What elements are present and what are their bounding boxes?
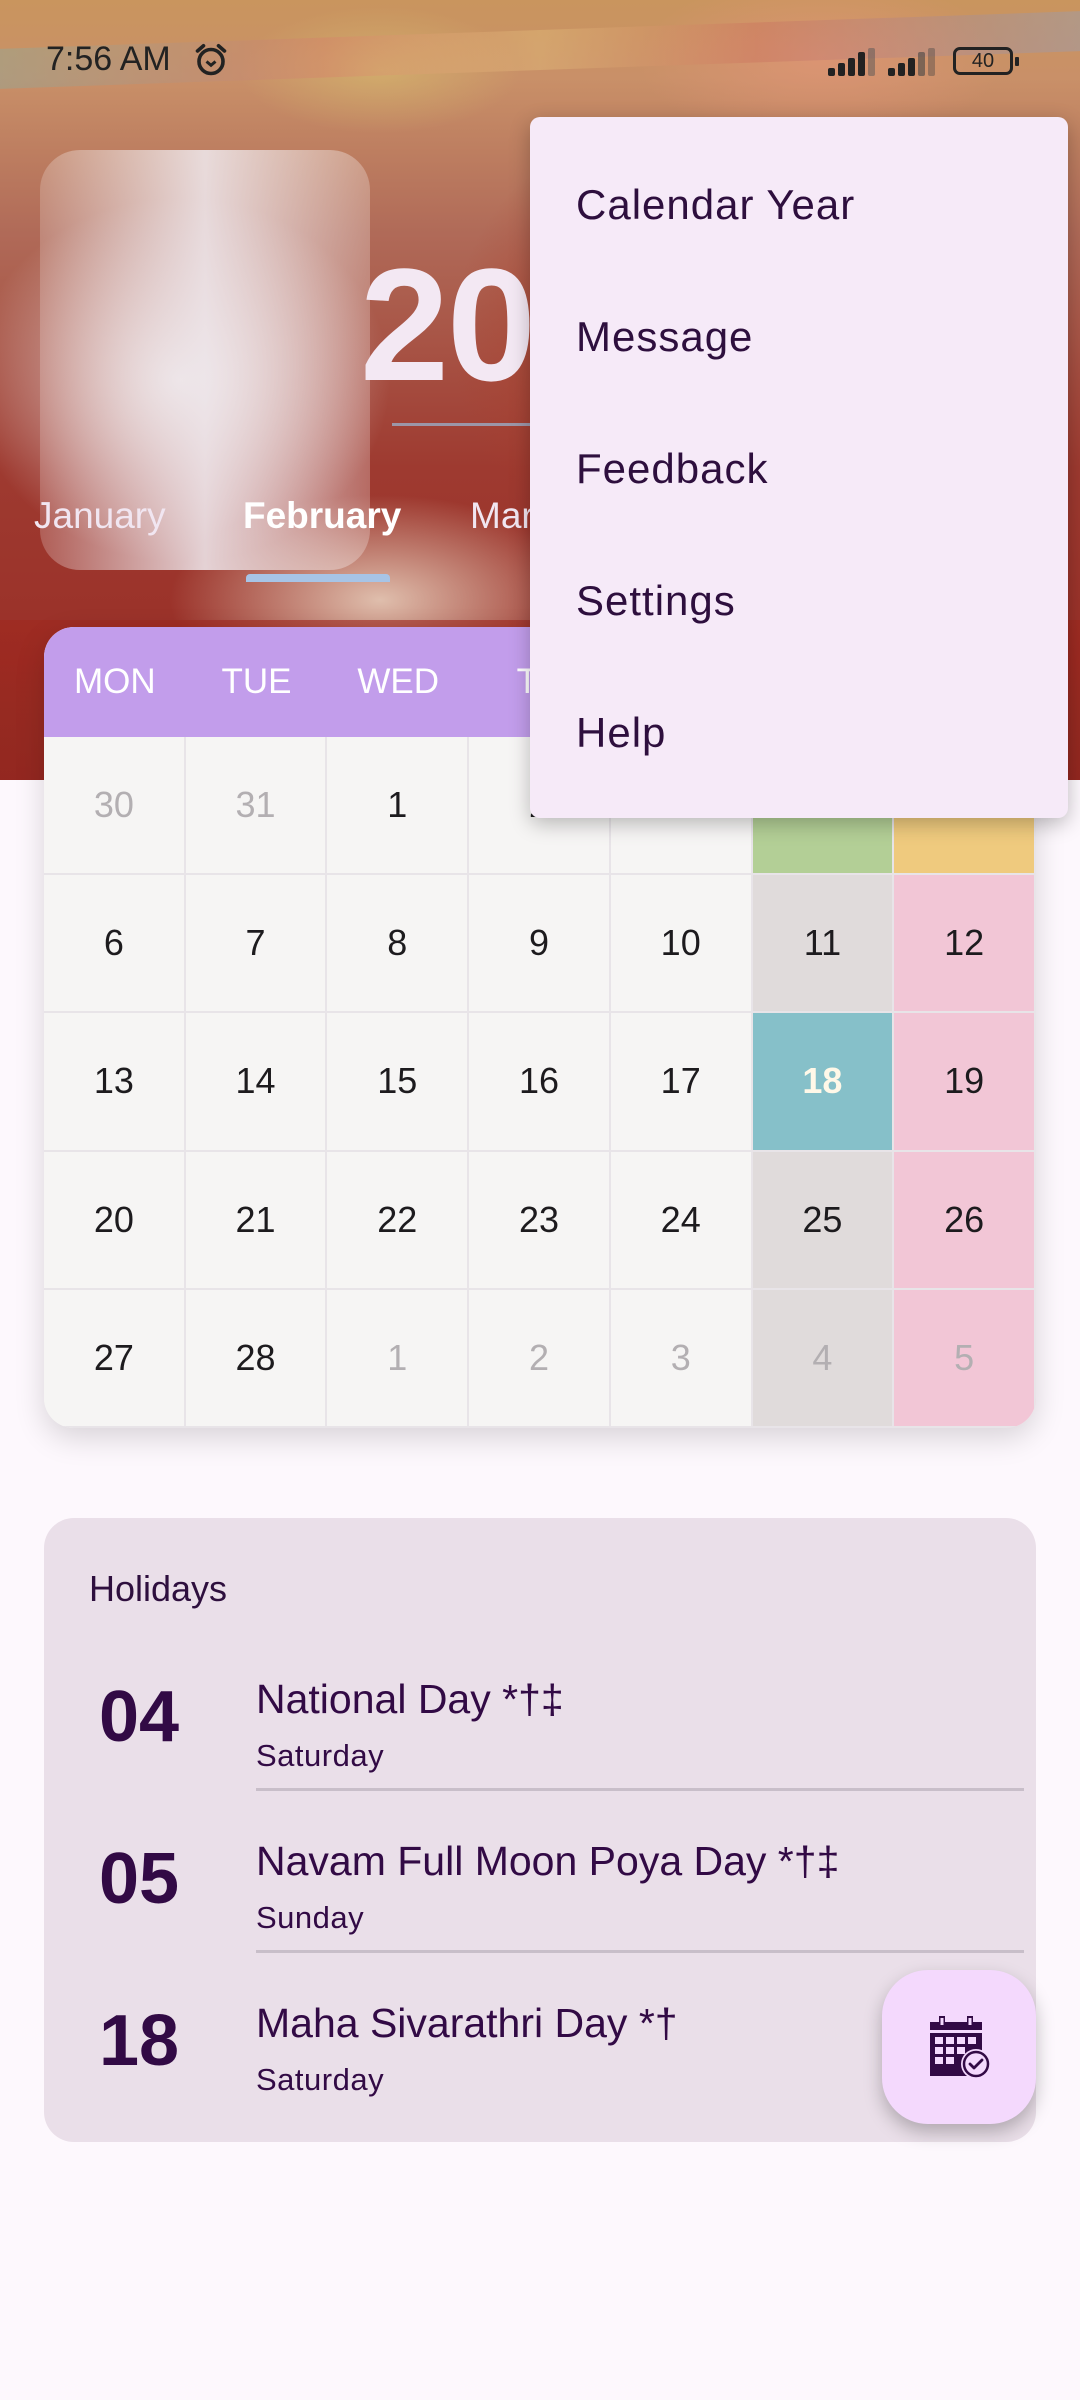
calendar-day[interactable]: 2 [469, 1289, 611, 1428]
weekday-label: TUE [221, 662, 292, 701]
weekday-label: MON [74, 662, 156, 701]
menu-item-calendar-year[interactable]: Calendar Year [530, 139, 1068, 271]
holiday-divider [256, 1950, 1024, 1953]
calendar-day[interactable]: 24 [610, 1151, 753, 1290]
battery-indicator: 40 [953, 47, 1019, 75]
calendar-day[interactable]: 28 [185, 1289, 328, 1428]
signal-strength-icon [828, 48, 875, 76]
calendar-day[interactable]: 26 [894, 1151, 1036, 1290]
calendar-day-today[interactable]: 18 [752, 1013, 895, 1152]
calendar-day[interactable]: 12 [894, 875, 1036, 1014]
tab-january[interactable]: January [34, 495, 166, 537]
calendar-day[interactable]: 19 [894, 1013, 1036, 1152]
calendar-day[interactable]: 23 [469, 1151, 611, 1290]
calendar-day[interactable]: 27 [44, 1289, 186, 1428]
holiday-name: Navam Full Moon Poya Day *†‡ [256, 1838, 840, 1884]
calendar-day[interactable]: 11 [752, 875, 895, 1014]
calendar-day[interactable]: 4 [752, 1289, 895, 1428]
calendar-day[interactable]: 15 [327, 1013, 470, 1152]
status-time: 7:56 AM [46, 40, 171, 78]
calendar-day[interactable]: 10 [610, 875, 753, 1014]
calendar-day[interactable]: 30 [44, 737, 186, 876]
active-tab-indicator [246, 574, 390, 582]
holidays-title: Holidays [89, 1568, 228, 1609]
holiday-weekday: Sunday [256, 1900, 365, 1935]
menu-item-feedback[interactable]: Feedback [530, 403, 1068, 535]
calendar-day[interactable]: 5 [894, 1289, 1036, 1428]
menu-item-settings[interactable]: Settings [530, 535, 1068, 667]
calendar-day[interactable]: 1 [327, 737, 470, 876]
calendar-day[interactable]: 1 [327, 1289, 470, 1428]
calendar-day[interactable]: 8 [327, 875, 470, 1014]
menu-item-help[interactable]: Help [530, 667, 1068, 799]
year-title[interactable]: 20 [360, 240, 536, 410]
weekday-label: WED [357, 662, 440, 701]
signal-strength-icon [888, 48, 935, 76]
holiday-name: Maha Sivarathri Day *† [256, 2000, 678, 2046]
tab-march[interactable]: Mar [470, 495, 534, 537]
calendar-day[interactable]: 14 [185, 1013, 328, 1152]
holiday-name: National Day *†‡ [256, 1676, 564, 1722]
calendar-day[interactable]: 22 [327, 1151, 470, 1290]
tab-february[interactable]: February [243, 495, 401, 537]
holiday-date: 05 [99, 1839, 180, 1919]
calendar-day[interactable]: 7 [185, 875, 328, 1014]
calendar-day[interactable]: 16 [469, 1013, 611, 1152]
calendar-grid: 3031123456789101112131415161718192021222… [44, 737, 1036, 1428]
holiday-date: 18 [99, 2001, 180, 2081]
holiday-weekday: Saturday [256, 1738, 385, 1773]
today-fab-button[interactable] [882, 1970, 1036, 2124]
calendar-check-icon [930, 2016, 991, 2079]
menu-item-message[interactable]: Message [530, 271, 1068, 403]
holiday-date: 04 [99, 1677, 180, 1757]
calendar-day[interactable]: 25 [752, 1151, 895, 1290]
calendar-day[interactable]: 31 [185, 737, 328, 876]
holiday-divider [256, 1788, 1024, 1791]
calendar-day[interactable]: 17 [610, 1013, 753, 1152]
calendar-day[interactable]: 9 [469, 875, 611, 1014]
calendar-day[interactable]: 13 [44, 1013, 186, 1152]
holiday-item[interactable]: 04 National Day *†‡ Saturday [44, 1646, 1036, 1808]
holiday-weekday: Saturday [256, 2062, 385, 2097]
overflow-menu: Calendar Year Message Feedback Settings … [530, 117, 1068, 818]
calendar-day[interactable]: 6 [44, 875, 186, 1014]
calendar-day[interactable]: 20 [44, 1151, 186, 1290]
calendar-day[interactable]: 21 [185, 1151, 328, 1290]
alarm-clock-icon [195, 43, 227, 76]
calendar-day[interactable]: 3 [610, 1289, 753, 1428]
holiday-item[interactable]: 05 Navam Full Moon Poya Day *†‡ Sunday [44, 1808, 1036, 1970]
